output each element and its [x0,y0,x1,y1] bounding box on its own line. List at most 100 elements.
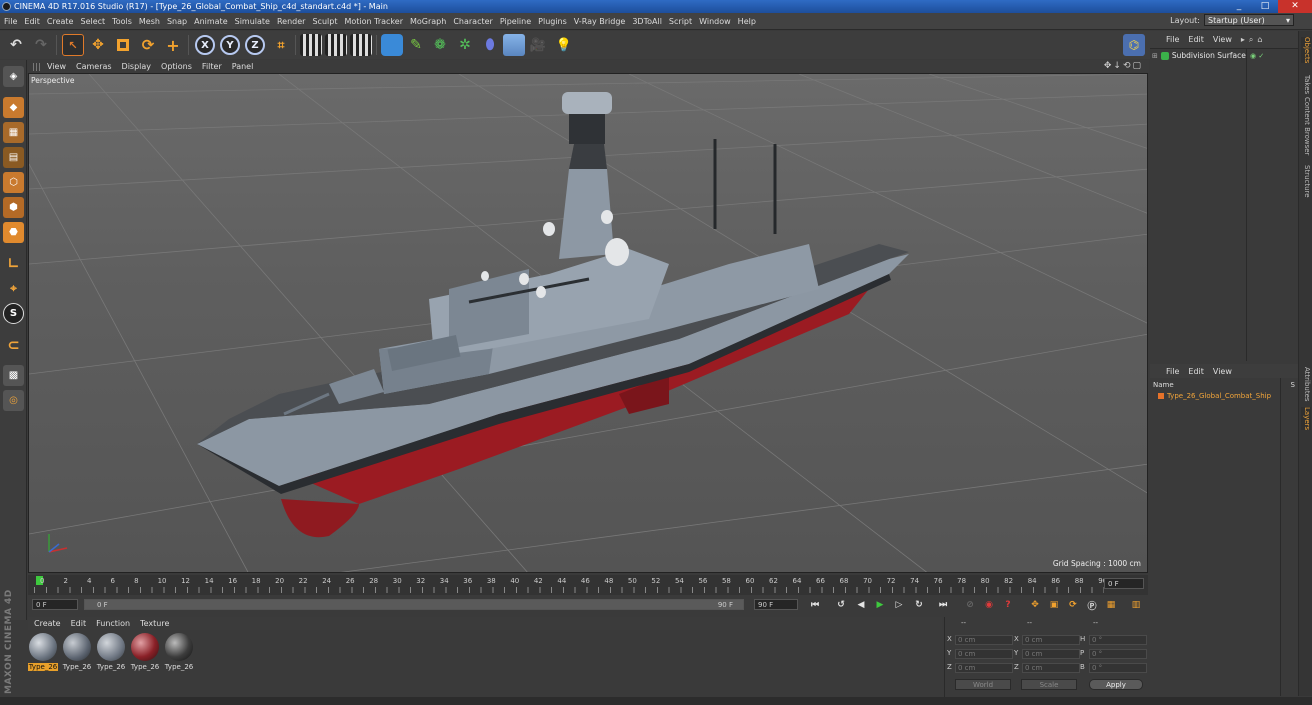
coordinate-mode-dropdown[interactable]: World [955,679,1011,690]
viewport-menu-filter[interactable]: Filter [202,62,222,71]
om-menu-edit[interactable]: Edit [1188,35,1204,44]
floor-icon[interactable] [503,34,525,56]
tab-layers[interactable]: Layers [1301,407,1311,431]
viewport-menu-options[interactable]: Options [161,62,192,71]
material-menu-create[interactable]: Create [34,619,61,628]
make-editable-icon[interactable]: ◈ [3,66,24,87]
render-picture-viewer-icon[interactable] [325,34,347,56]
column-divider[interactable] [1246,49,1247,361]
menu-file[interactable]: File [4,17,17,26]
undo-icon[interactable]: ↶ [5,34,27,56]
menu-edit[interactable]: Edit [24,17,40,26]
model-mode-icon[interactable]: ◆ [3,97,24,118]
menu-pipeline[interactable]: Pipeline [500,17,531,26]
menu-sculpt[interactable]: Sculpt [312,17,337,26]
cube-primitive-icon[interactable] [381,34,403,56]
next-key-icon[interactable]: ↻ [912,598,926,612]
column-divider[interactable] [1280,378,1281,696]
preview-range-slider[interactable]: 0 F 90 F [84,599,744,610]
z-axis-lock-icon[interactable]: Z [245,35,265,55]
tab-structure[interactable]: Structure [1301,165,1311,198]
panel-grip-icon[interactable] [33,62,41,71]
minimize-button[interactable]: _ [1226,0,1252,13]
python-icon[interactable]: ⌬ [1123,34,1145,56]
key-scale-icon[interactable]: ▣ [1047,598,1061,612]
menu-window[interactable]: Window [699,17,731,26]
lm-menu-file[interactable]: File [1166,367,1179,376]
layout-dropdown[interactable]: Startup (User) [1204,14,1294,26]
axis-mode-icon[interactable]: ∟ [3,253,24,274]
rotation-h-field[interactable]: 0 ° [1089,635,1147,645]
menu-mograph[interactable]: MoGraph [410,17,446,26]
menu-3dtoall[interactable]: 3DToAll [632,17,662,26]
key-pla-icon[interactable]: ▦ [1104,598,1118,612]
tab-objects[interactable]: Objects [1301,37,1311,64]
menu-render[interactable]: Render [277,17,305,26]
viewport-menu-view[interactable]: View [47,62,66,71]
maximize-button[interactable]: □ [1252,0,1278,13]
current-frame-field[interactable]: 0 F [1104,578,1144,589]
menu-plugins[interactable]: Plugins [538,17,567,26]
expand-toggle-icon[interactable]: ⊞ [1152,52,1158,60]
material-menu-edit[interactable]: Edit [71,619,87,628]
menu-tools[interactable]: Tools [112,17,132,26]
texture-mode-icon[interactable]: ▦ [3,122,24,143]
start-frame-field[interactable]: 0 F [32,599,78,610]
size-y-field[interactable]: 0 cm [1022,649,1080,659]
go-to-end-icon[interactable]: ⏭ [936,598,950,612]
light-icon[interactable]: 💡 [553,34,575,56]
material-menu-function[interactable]: Function [96,619,130,628]
menu-motion-tracker[interactable]: Motion Tracker [344,17,403,26]
tweak-mode-icon[interactable]: ⌖ [3,278,24,299]
coordinate-system-icon[interactable]: ⌗ [270,34,292,56]
key-parameter-icon[interactable]: Ⓟ [1085,598,1099,612]
tab-takes[interactable]: Takes [1301,75,1311,94]
previous-frame-icon[interactable]: ◀ [854,598,868,612]
expand-arrow-icon[interactable]: ▸ [1241,35,1245,44]
position-x-field[interactable]: 0 cm [955,635,1013,645]
live-selection-icon[interactable]: ↖ [62,34,84,56]
material-swatch[interactable]: Type_26 [62,633,92,671]
lm-menu-view[interactable]: View [1213,367,1232,376]
keyframe-selection-icon[interactable]: ? [1001,598,1015,612]
tab-attributes[interactable]: Attributes [1301,367,1311,402]
timeline-ruler[interactable]: 0 2 4 6 8 10 12 14 16 18 20 22 24 26 28 30 32 34 36 38 40 42 4… [28,575,1148,595]
material-swatch[interactable]: Type_26 [164,633,194,671]
autokeying-icon[interactable]: ◉ [982,598,996,612]
points-mode-icon[interactable]: ⬡ [3,172,24,193]
snap-icon[interactable]: S [3,303,24,324]
menu-help[interactable]: Help [738,17,756,26]
viewport-menu-display[interactable]: Display [122,62,152,71]
menu-create[interactable]: Create [47,17,74,26]
search-icon[interactable]: ⌕ [1249,35,1253,45]
viewport-menu-cameras[interactable]: Cameras [76,62,112,71]
material-swatch[interactable]: Type_26 [28,633,58,671]
timeline-window-icon[interactable]: ▥ [1129,598,1143,612]
material-swatch[interactable]: Type_26 [130,633,160,671]
viewport-menu-panel[interactable]: Panel [232,62,254,71]
cloner-icon[interactable]: ✲ [454,34,476,56]
y-axis-lock-icon[interactable]: Y [220,35,240,55]
camera-icon[interactable]: 🎥 [527,34,549,56]
close-button[interactable]: ✕ [1278,0,1312,13]
perspective-viewport[interactable]: Perspective Grid Spacing : 1000 cm [28,73,1148,573]
edges-mode-icon[interactable]: ⬢ [3,197,24,218]
menu-vray-bridge[interactable]: V-Ray Bridge [574,17,626,26]
next-frame-icon[interactable]: ▷ [892,598,906,612]
size-z-field[interactable]: 0 cm [1022,663,1080,673]
menu-character[interactable]: Character [453,17,493,26]
render-view-icon[interactable] [300,34,322,56]
rotate-icon[interactable]: ⟳ [137,34,159,56]
x-axis-lock-icon[interactable]: X [195,35,215,55]
om-menu-file[interactable]: File [1166,35,1179,44]
scale-icon[interactable] [112,34,134,56]
lock-workplane-icon[interactable]: ▩ [3,365,24,386]
key-position-icon[interactable]: ✥ [1028,598,1042,612]
redo-icon[interactable]: ↷ [30,34,52,56]
menu-script[interactable]: Script [669,17,692,26]
magnet-icon[interactable]: ⊂ [3,334,24,355]
viewport-nav-icons[interactable]: ✥↓⟲▢ [1104,61,1143,71]
position-z-field[interactable]: 0 cm [955,663,1013,673]
layer-row[interactable]: Type_26_Global_Combat_Ship [1158,392,1271,400]
menu-mesh[interactable]: Mesh [139,17,160,26]
